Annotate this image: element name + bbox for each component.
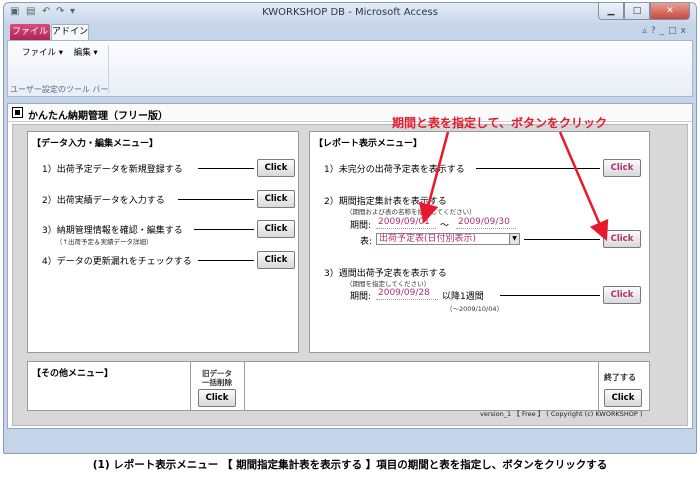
data-item-3-label: 3）納期管理情報を確認・編集する [42,226,183,236]
data-item-1-label: 1）出荷予定データを新規登録する [42,165,183,175]
leader-line [524,239,600,240]
week-range-note: （～2009/10/04） [446,305,503,313]
week-after-label: 以降1週間 [442,292,484,302]
week-period-label: 期間: [350,292,372,302]
exit-button[interactable]: Click [604,389,642,407]
maximize-icon[interactable]: □ [624,3,650,20]
table-label: 表: [360,237,373,247]
window-controls: ▁ □ ✕ [598,3,690,21]
report-item-3-sub: （期間を指定してください） [346,280,431,288]
data-panel-title: 【データ入力・編集メニュー】 [32,139,159,149]
data-item-2-label: 2）出荷実績データを入力する [42,196,165,206]
period-from-input[interactable]: 2009/09/01 [376,217,436,229]
period-report-button[interactable]: Click [603,230,641,248]
other-divider [598,362,599,410]
check-updates-button[interactable]: Click [257,251,295,269]
ribbon: ファイル ▾ 編集 ▾ ユーザー設定のツール バー [7,40,693,97]
access-window: ▣ ▤ ↶ ↷ ▾ KWORKSHOP DB - Microsoft Acces… [3,2,697,454]
ribbon-group-label: ユーザー設定のツール バー [10,85,109,94]
title-bar: ▣ ▤ ↶ ↷ ▾ KWORKSHOP DB - Microsoft Acces… [4,3,696,23]
report-item-1-label: 1）未完分の出荷予定表を表示する [324,165,465,175]
menu-file[interactable]: ファイル ▾ [22,48,63,58]
other-divider [190,362,191,410]
week-from-input[interactable]: 2009/09/28 [376,288,438,300]
delete-old-data-button[interactable]: Click [198,389,236,407]
report-item-2-sub: （期間および表の名称を指定してください） [346,208,476,216]
tab-file[interactable]: ファイル [10,24,50,40]
leader-line [178,199,254,200]
instruction-annotation: 期間と表を指定して、ボタンをクリック [392,116,608,130]
form-body: 【データ入力・編集メニュー】 1）出荷予定データを新規登録する Click 2）… [12,124,688,426]
data-item-4-label: 4）データの更新漏れをチェックする [42,257,192,267]
doc-restore-icon[interactable]: □ [668,26,681,36]
doc-minimize-icon[interactable]: _ [660,26,669,36]
table-select-value: 出荷予定表(日付別表示) [379,234,477,244]
chevron-down-icon[interactable]: ▼ [509,234,519,244]
leader-line [476,168,600,169]
minimize-icon[interactable]: ▁ [598,3,624,20]
leader-line [198,168,254,169]
data-entry-panel: 【データ入力・編集メニュー】 1）出荷予定データを新規登録する Click 2）… [27,131,299,353]
period-tilde: ～ [440,221,450,231]
form-icon [12,107,23,118]
exit-label: 終了する [604,373,636,382]
old-data-label-2: 一括削除 [202,378,232,387]
data-item-3-sub: （↑出荷予定＆実績データ詳細） [56,238,153,246]
form-document: かんたん納期管理（フリー版） 【データ入力・編集メニュー】 1）出荷予定データを… [7,103,693,429]
custom-toolbar-menus: ファイル ▾ 編集 ▾ [22,46,106,58]
incomplete-report-button[interactable]: Click [603,159,641,177]
leader-line [194,229,254,230]
ribbon-controls: ▵?_□x [642,26,690,36]
new-shipment-button[interactable]: Click [257,159,295,177]
ribbon-collapse-icon[interactable]: ▵ [642,26,651,36]
edit-delivery-button[interactable]: Click [257,220,295,238]
weekly-report-button[interactable]: Click [603,286,641,304]
period-label: 期間: [350,221,372,231]
tab-addin[interactable]: アドイン [51,24,89,41]
report-panel-title: 【レポート表示メニュー】 [314,139,423,149]
report-panel: 【レポート表示メニュー】 1）未完分の出荷予定表を表示する Click 2）期間… [309,131,650,353]
menu-edit[interactable]: 編集 ▾ [74,48,98,58]
input-actual-button[interactable]: Click [257,190,295,208]
leader-line [500,295,600,296]
form-title: かんたん納期管理（フリー版） [28,111,168,122]
leader-line [198,260,254,261]
figure-caption: (1) レポート表示メニュー 【 期間指定集計表を表示する 】項目の期間と表を指… [92,459,608,471]
ribbon-tab-row: ファイル アドイン ▵?_□x [4,23,696,41]
version-text: version_1 【 Free 】 ( Copyright (c) KWORK… [480,410,643,418]
help-icon[interactable]: ? [651,26,660,36]
table-select[interactable]: 出荷予定表(日付別表示) ▼ [376,233,520,245]
status-bar [4,431,696,453]
other-panel-title: 【その他メニュー】 [32,369,114,379]
other-divider [244,362,245,410]
close-icon[interactable]: ✕ [650,3,690,20]
doc-close-icon[interactable]: x [681,26,690,36]
period-to-input[interactable]: 2009/09/30 [456,217,516,229]
other-menu-panel: 【その他メニュー】 旧データ 一括削除 Click 終了する Click [27,361,650,411]
window-title: KWORKSHOP DB - Microsoft Access [262,7,438,18]
